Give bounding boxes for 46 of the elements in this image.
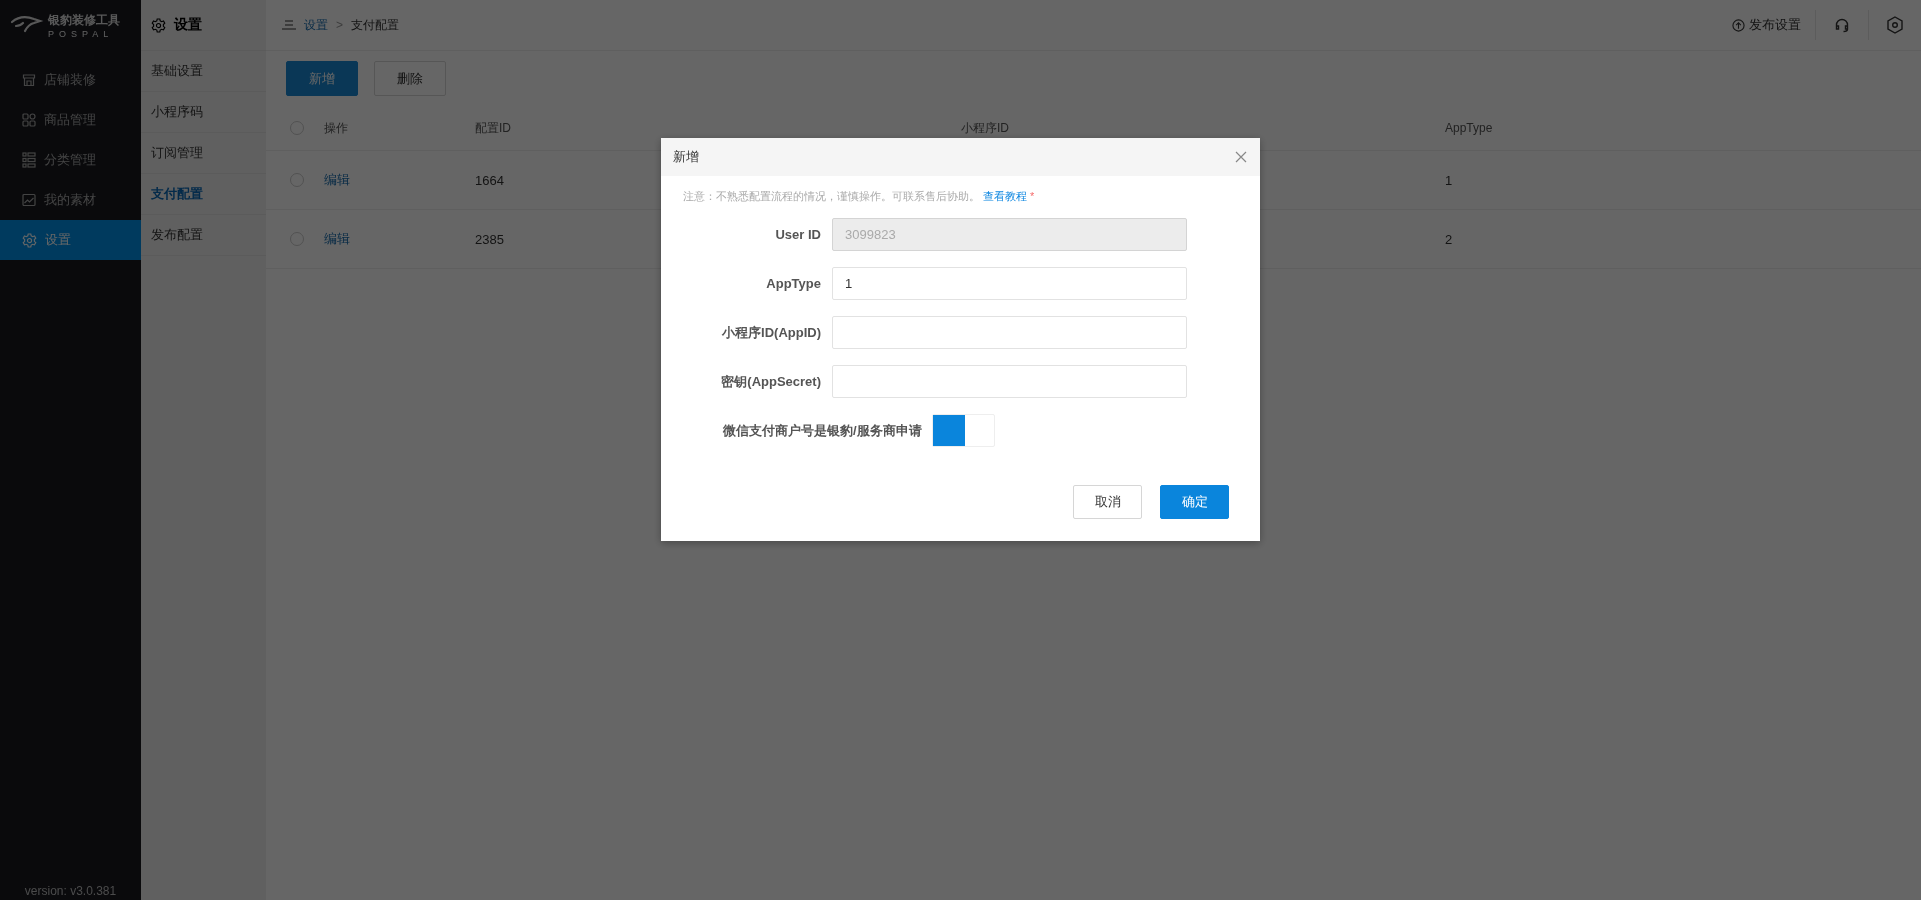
hexagon-icon[interactable] <box>1886 16 1904 34</box>
headset-icon[interactable] <box>1834 17 1850 33</box>
field-label: 小程序ID(AppID) <box>721 323 822 342</box>
close-icon[interactable] <box>1234 150 1248 164</box>
breadcrumb-separator: > <box>336 18 343 32</box>
grid-icon <box>22 113 36 127</box>
column-header: AppType <box>1445 121 1493 135</box>
column-header: 小程序ID <box>961 120 1009 135</box>
table-cell: 1 <box>1445 172 1453 188</box>
tutorial-link[interactable]: 查看教程 <box>983 189 1027 204</box>
toggle-switch[interactable] <box>931 414 995 447</box>
dialog-title: 新增 <box>673 148 699 166</box>
logo-title: 银豹装修工具 <box>48 11 120 29</box>
breadcrumb-current: 支付配置 <box>351 16 399 34</box>
version-text: version: v3.0.381 <box>23 884 118 900</box>
image-icon <box>22 193 36 207</box>
text-field[interactable] <box>832 365 1187 398</box>
required-mark: * <box>1030 190 1035 202</box>
edit-link[interactable]: 编辑 <box>324 172 350 187</box>
breadcrumb-link[interactable]: 设置 <box>304 16 328 34</box>
sidebar-item[interactable]: 设置 <box>0 220 141 260</box>
logo-subtitle: POSPAL <box>48 28 114 39</box>
add-button[interactable]: 新增 <box>286 61 358 96</box>
table-cell: 2 <box>1445 231 1453 247</box>
delete-button[interactable]: 删除 <box>374 61 446 96</box>
confirm-button[interactable]: 确定 <box>1160 485 1229 519</box>
store-icon <box>22 73 36 87</box>
menu-icon[interactable] <box>282 20 296 30</box>
text-field[interactable] <box>832 316 1187 349</box>
settings-icon <box>22 232 37 248</box>
field-label: AppType <box>765 276 822 291</box>
notice-text: 注意：不熟悉配置流程的情况，谨慎操作。可联系售后协助。 <box>683 189 980 204</box>
field-label: 微信支付商户号是银豹/服务商申请 <box>722 421 923 440</box>
table-cell: 1664 <box>475 172 504 188</box>
column-header: 操作 <box>324 120 348 135</box>
table-cell: 2385 <box>475 231 504 247</box>
text-field[interactable]: 1 <box>832 267 1187 300</box>
upload-icon <box>1732 18 1745 32</box>
list-icon <box>22 152 36 168</box>
publish-button[interactable]: 发布设置 <box>1718 10 1815 40</box>
cancel-button[interactable]: 取消 <box>1073 485 1142 519</box>
field-label: 密钥(AppSecret) <box>720 372 822 391</box>
edit-link[interactable]: 编辑 <box>324 231 350 246</box>
subnav-title: 设置 <box>174 16 202 34</box>
settings-icon <box>151 17 166 33</box>
field-label: User ID <box>774 227 822 242</box>
